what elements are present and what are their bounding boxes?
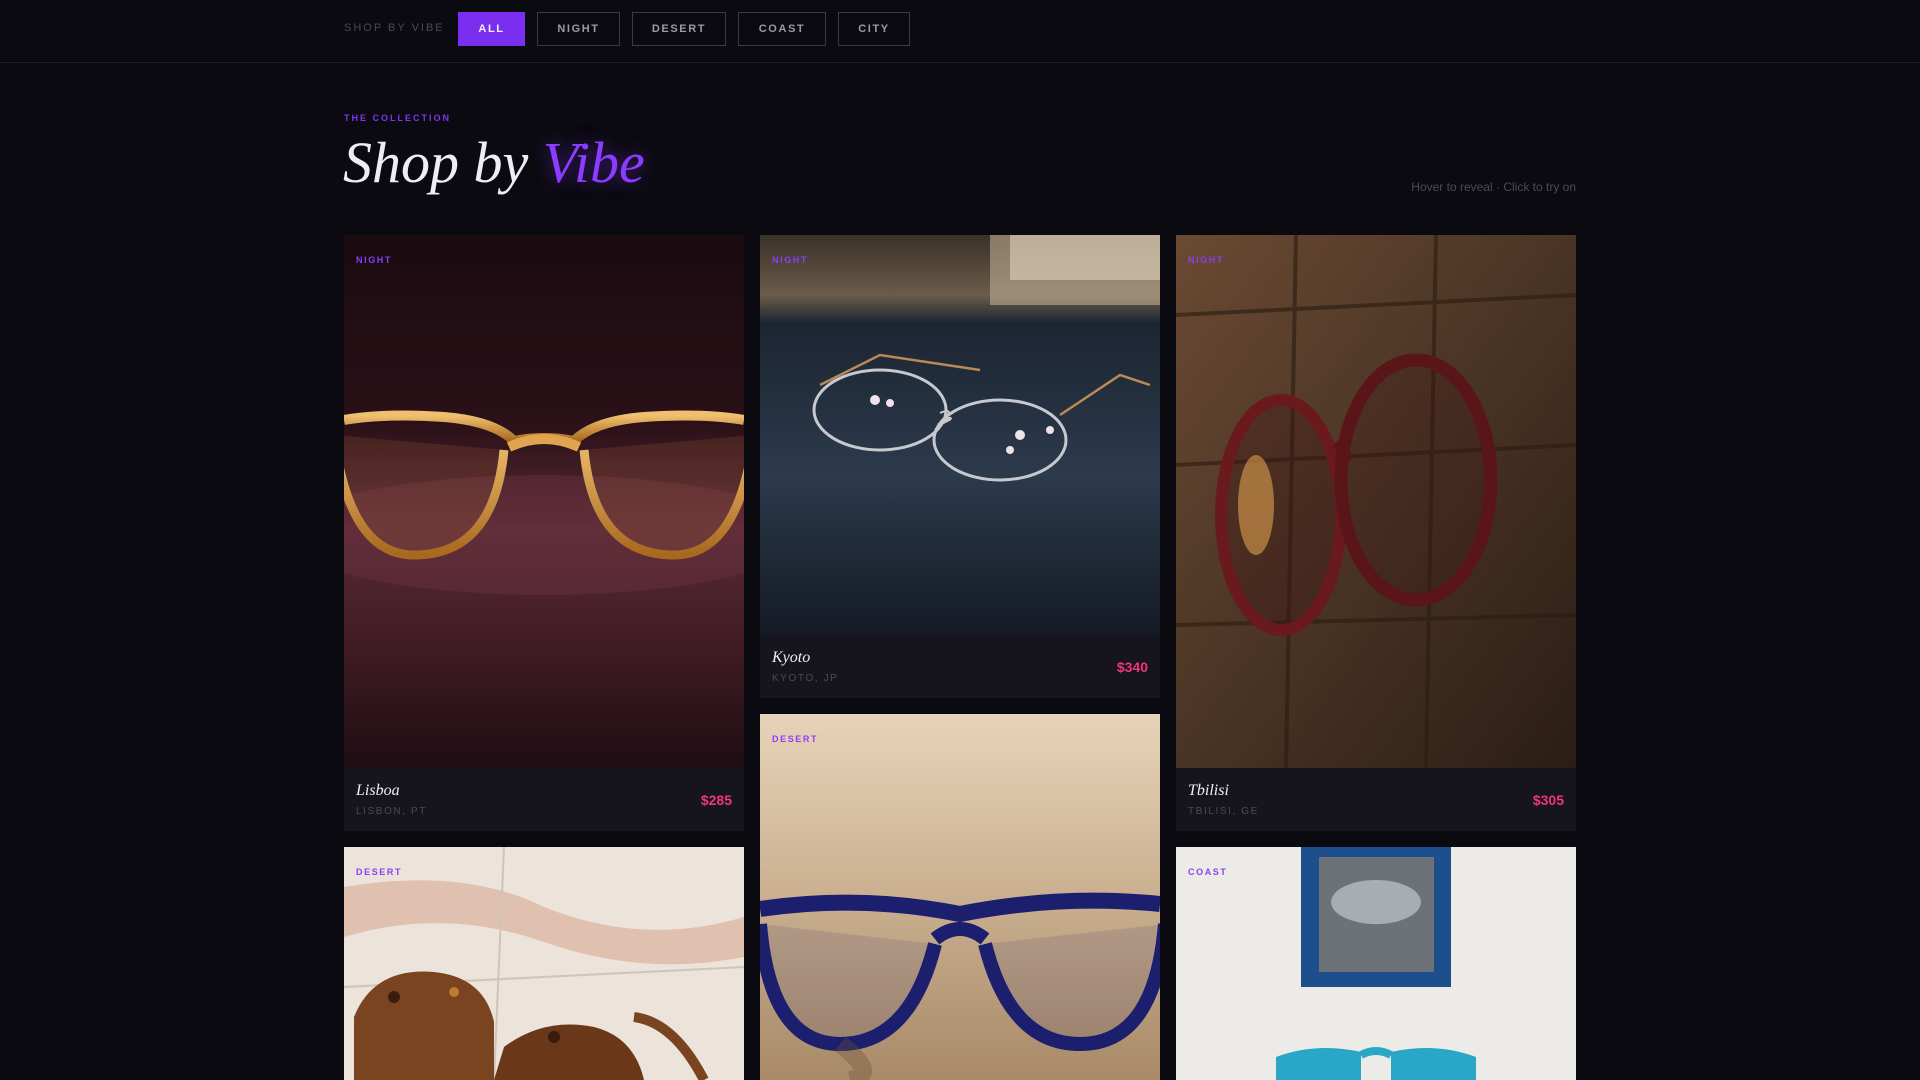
filter-coast-button[interactable]: COAST bbox=[738, 12, 826, 46]
product-tag: NIGHT bbox=[356, 255, 392, 265]
collection-eyebrow: THE COLLECTION bbox=[344, 113, 451, 123]
product-card-coast[interactable]: COAST bbox=[1176, 847, 1576, 1080]
filter-all-button[interactable]: ALL bbox=[458, 12, 525, 46]
product-tag: DESERT bbox=[356, 867, 403, 877]
product-price: $340 bbox=[1116, 659, 1148, 675]
page-title-main: Shop by bbox=[343, 130, 529, 195]
product-photo-desert-tortoise bbox=[344, 847, 744, 1080]
page-title-accent: Vibe bbox=[542, 130, 645, 195]
product-tag: NIGHT bbox=[1188, 255, 1224, 265]
product-photo-kyoto bbox=[760, 235, 1160, 635]
product-info: Lisboa LISBON, PT $285 bbox=[344, 768, 744, 831]
product-photo-lisboa bbox=[344, 235, 744, 768]
product-tag: DESERT bbox=[772, 734, 819, 744]
filter-city-button[interactable]: CITY bbox=[838, 12, 910, 46]
filter-bar: SHOP BY VIBE ALL NIGHT DESERT COAST CITY bbox=[0, 0, 1920, 63]
product-price: $305 bbox=[1532, 792, 1564, 808]
interaction-hint: Hover to reveal · Click to try on bbox=[1411, 180, 1576, 194]
product-card-desert-navy[interactable]: DESERT bbox=[760, 714, 1160, 1080]
product-photo-tbilisi bbox=[1176, 235, 1576, 768]
product-price: $285 bbox=[700, 792, 732, 808]
product-tag: COAST bbox=[1188, 867, 1228, 877]
product-tag: NIGHT bbox=[772, 255, 808, 265]
product-info: Kyoto KYOTO, JP $340 bbox=[760, 635, 1160, 698]
filter-desert-button[interactable]: DESERT bbox=[632, 12, 726, 46]
product-location: LISBON, PT bbox=[356, 806, 428, 817]
product-location: KYOTO, JP bbox=[772, 673, 839, 684]
page-title: Shop by Vibe bbox=[343, 128, 645, 198]
product-card-kyoto[interactable]: NIGHT Kyoto KYOTO, JP $340 bbox=[760, 235, 1160, 698]
product-photo-desert-navy bbox=[760, 714, 1160, 1080]
product-card-tbilisi[interactable]: NIGHT Tbilisi TBILISI, GE $305 bbox=[1176, 235, 1576, 831]
product-name: Tbilisi bbox=[1188, 782, 1229, 799]
product-photo-coast bbox=[1176, 847, 1576, 1080]
product-name: Lisboa bbox=[356, 782, 400, 799]
product-card-lisboa[interactable]: NIGHT Lisboa LISBON, PT $285 bbox=[344, 235, 744, 831]
product-name: Kyoto bbox=[772, 649, 811, 666]
product-info: Tbilisi TBILISI, GE $305 bbox=[1176, 768, 1576, 831]
filter-night-button[interactable]: NIGHT bbox=[537, 12, 620, 46]
product-card-desert-tortoise[interactable]: DESERT bbox=[344, 847, 744, 1080]
product-location: TBILISI, GE bbox=[1188, 806, 1259, 817]
filter-label: SHOP BY VIBE bbox=[344, 22, 445, 34]
